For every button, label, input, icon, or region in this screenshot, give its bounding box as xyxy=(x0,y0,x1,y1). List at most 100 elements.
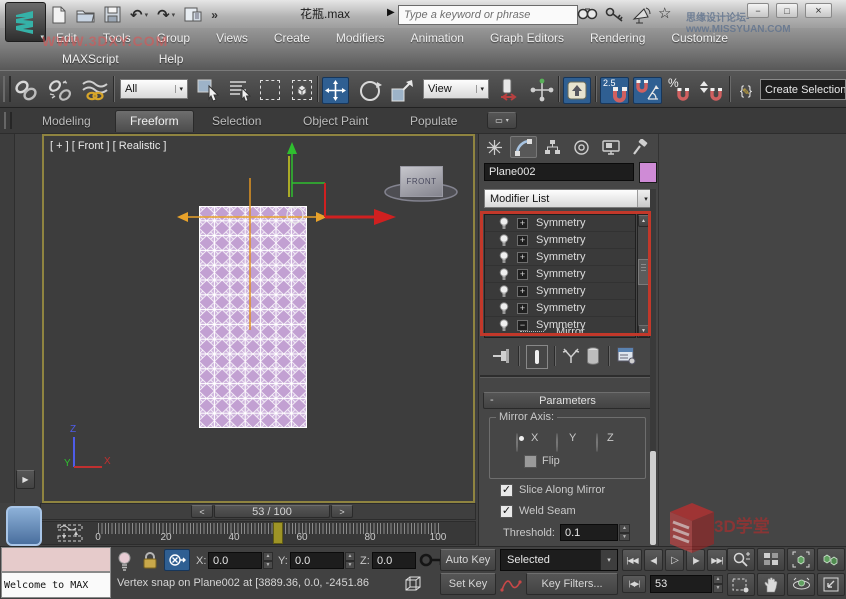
window-crossing-icon[interactable] xyxy=(292,80,312,100)
snaps-toggle-button[interactable]: 2.5 xyxy=(600,77,629,104)
new-scene-icon[interactable] xyxy=(50,6,67,24)
make-unique-icon[interactable] xyxy=(562,348,580,364)
rectangular-selection-region-icon[interactable] xyxy=(260,80,280,100)
coord-x-spinner[interactable]: ▲▼ xyxy=(263,552,273,569)
select-object-icon[interactable] xyxy=(196,78,222,102)
coord-y-field[interactable]: 0.0 xyxy=(290,552,344,569)
spinner-down-icon[interactable]: ▼ xyxy=(263,561,273,570)
pin-stack-icon[interactable] xyxy=(492,348,512,364)
app-logo-button[interactable]: ▾ xyxy=(5,2,46,42)
tab-modeling[interactable]: Modeling xyxy=(42,114,91,128)
modifier-list-dropdown[interactable]: Modifier List ▾ xyxy=(484,189,655,208)
menu-item[interactable]: Create xyxy=(274,31,310,45)
track-bar[interactable]: 0 20 40 60 80 100 xyxy=(40,521,476,545)
isolate-selection-icon[interactable] xyxy=(117,551,132,571)
menu-item[interactable]: Help xyxy=(159,52,184,66)
object-color-swatch[interactable] xyxy=(639,162,657,183)
tab-freeform[interactable]: Freeform xyxy=(115,110,194,132)
tab-selection[interactable]: Selection xyxy=(212,114,261,128)
spinner-snap-toggle-button[interactable] xyxy=(697,77,725,104)
coord-z-field[interactable]: 0.0 xyxy=(372,552,416,569)
viewcube-front-face[interactable]: FRONT xyxy=(400,166,443,197)
parameters-rollout-header[interactable]: - Parameters xyxy=(483,392,652,409)
time-slider-prev-button[interactable]: < xyxy=(191,505,213,518)
favorites-star-icon[interactable]: ☆ xyxy=(658,4,671,22)
weld-seam-checkbox[interactable]: ✓ xyxy=(500,505,513,518)
percent-snap-toggle-button[interactable]: % xyxy=(666,77,693,104)
go-to-end-button[interactable]: ▶▶| xyxy=(707,549,727,571)
menu-item[interactable]: Customize xyxy=(671,31,728,45)
set-key-button[interactable]: Set Key xyxy=(440,573,496,595)
mirror-axis-x-radio[interactable] xyxy=(516,433,518,452)
select-and-move-button[interactable] xyxy=(322,77,349,104)
mini-curve-editor-icon[interactable] xyxy=(54,524,86,542)
viewport-layout-button[interactable] xyxy=(6,506,42,546)
use-pivot-point-icon[interactable] xyxy=(497,77,523,105)
coord-x-field[interactable]: 0.0 xyxy=(208,552,262,569)
pan-button[interactable] xyxy=(757,573,785,596)
auto-key-button[interactable]: Auto Key xyxy=(440,549,496,571)
angle-snap-toggle-button[interactable] xyxy=(633,77,662,104)
search-input[interactable]: Type a keyword or phrase xyxy=(398,5,578,25)
ribbon-config-dropdown[interactable]: ▭ ▾ xyxy=(487,112,517,129)
threshold-spinner[interactable]: ▲▼ xyxy=(619,524,630,541)
keyboard-shortcut-override-button[interactable] xyxy=(563,77,591,104)
unlink-selection-icon[interactable] xyxy=(47,78,73,102)
menu-item[interactable]: Rendering xyxy=(590,31,645,45)
viewport-tab-expander[interactable]: ▶ xyxy=(16,470,35,489)
remove-modifier-icon[interactable] xyxy=(586,347,600,365)
menu-item[interactable]: Group xyxy=(157,31,190,45)
play-button[interactable]: ▷ xyxy=(665,549,684,571)
license-key-icon[interactable] xyxy=(605,6,625,23)
select-by-name-icon[interactable] xyxy=(228,78,254,102)
show-end-result-button[interactable] xyxy=(526,345,548,369)
command-panel-scroll-thumb[interactable] xyxy=(650,451,656,545)
toolbar-overflow-button[interactable]: » xyxy=(211,8,218,22)
time-slider-next-button[interactable]: > xyxy=(331,505,353,518)
close-button[interactable]: × xyxy=(805,3,832,18)
menu-item[interactable]: Graph Editors xyxy=(490,31,564,45)
undo-button[interactable]: ↶ xyxy=(130,6,143,24)
object-name-field[interactable]: Plane002 xyxy=(484,163,634,181)
minimize-button[interactable]: − xyxy=(747,3,769,18)
spinner-up-icon[interactable]: ▲ xyxy=(713,575,723,584)
configure-modifier-sets-icon[interactable] xyxy=(617,347,636,365)
selection-set-dropdown[interactable]: Selected ▾ xyxy=(500,549,618,571)
threshold-field[interactable]: 0.1 xyxy=(560,524,618,541)
ribbon-grip[interactable] xyxy=(4,112,12,129)
selection-lock-icon[interactable] xyxy=(142,551,158,570)
maxscript-macro-recorder[interactable] xyxy=(1,547,111,572)
tab-utilities[interactable] xyxy=(626,136,653,158)
slice-along-mirror-checkbox[interactable]: ✓ xyxy=(500,484,513,497)
zoom-extents-selected-button[interactable] xyxy=(787,548,815,571)
named-selection-sets-button[interactable]: {✎} xyxy=(733,77,757,104)
current-frame-spinner[interactable]: ▲▼ xyxy=(713,575,723,593)
maxscript-listener[interactable]: Welcome to MAX xyxy=(1,572,111,598)
maximize-button[interactable]: □ xyxy=(776,3,798,18)
spinner-up-icon[interactable]: ▲ xyxy=(345,552,355,561)
previous-frame-button[interactable]: ◀| xyxy=(644,549,663,571)
spinner-down-icon[interactable]: ▼ xyxy=(713,584,723,593)
zoom-button[interactable] xyxy=(727,548,755,571)
orbit-button[interactable] xyxy=(787,573,815,596)
tab-create[interactable] xyxy=(481,136,508,158)
bind-to-space-warp-icon[interactable] xyxy=(81,78,109,102)
time-slider-track[interactable]: < 53 / 100 > xyxy=(40,503,476,520)
transform-snap-toggle[interactable] xyxy=(164,549,190,571)
next-frame-button[interactable]: |▶ xyxy=(686,549,705,571)
go-to-start-button[interactable]: |◀◀ xyxy=(622,549,642,571)
tab-object-paint[interactable]: Object Paint xyxy=(303,114,368,128)
key-mode-toggle[interactable]: |◀▶| xyxy=(622,575,646,593)
zoom-extents-all-button[interactable] xyxy=(817,548,845,571)
mirror-axis-y-radio[interactable] xyxy=(556,433,558,452)
current-frame-field[interactable]: 53 xyxy=(650,575,712,593)
tab-motion[interactable] xyxy=(568,136,595,158)
select-and-rotate-icon[interactable] xyxy=(357,78,383,104)
redo-button[interactable]: ↷ xyxy=(157,6,170,24)
spinner-up-icon[interactable]: ▲ xyxy=(619,524,630,533)
flip-checkbox[interactable] xyxy=(524,455,537,468)
spinner-up-icon[interactable]: ▲ xyxy=(263,552,273,561)
spinner-down-icon[interactable]: ▼ xyxy=(619,533,630,542)
current-frame-marker[interactable] xyxy=(273,522,283,544)
coord-y-spinner[interactable]: ▲▼ xyxy=(345,552,355,569)
